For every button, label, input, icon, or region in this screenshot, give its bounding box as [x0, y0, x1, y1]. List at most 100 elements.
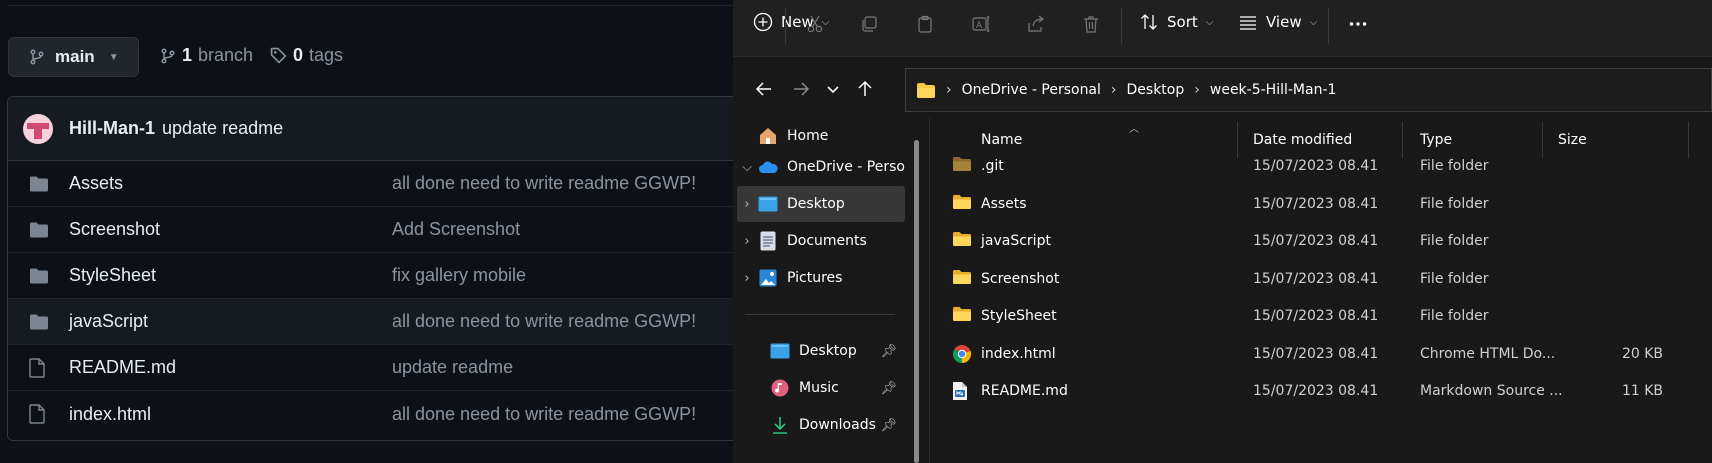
sort-icon: [1141, 14, 1157, 30]
paste-button[interactable]: [913, 12, 937, 36]
branch-count-label: branch: [198, 45, 254, 65]
file-name-link[interactable]: README.md: [69, 357, 392, 378]
rename-icon: A: [972, 16, 990, 32]
list-item[interactable]: index.html 15/07/2023 08.41 Chrome HTML Do…: [940, 334, 1712, 374]
quick-access-desktop[interactable]: Desktop 📌︎: [733, 333, 901, 369]
copy-button[interactable]: [857, 12, 881, 36]
repo-file-list: Hill-Man-1 update readme Assets all done …: [7, 96, 747, 441]
forward-button[interactable]: [788, 76, 814, 102]
commit-message-link[interactable]: fix gallery mobile: [392, 265, 526, 286]
folder-icon: [29, 268, 49, 284]
commit-message-link[interactable]: all done need to write readme GGWP!: [392, 311, 696, 332]
file-name-link[interactable]: index.html: [69, 404, 392, 425]
nav-label: Desktop: [799, 343, 857, 359]
table-row[interactable]: index.html all done need to write readme …: [8, 391, 747, 437]
cloud-icon: [757, 157, 779, 177]
file-name-link[interactable]: Screenshot: [69, 219, 392, 240]
branch-selector-button[interactable]: main ▼: [8, 37, 139, 77]
commit-message-link[interactable]: all done need to write readme GGWP!: [392, 404, 696, 425]
arrow-up-icon: [858, 80, 872, 96]
table-row[interactable]: Assets all done need to write readme GGWP…: [8, 161, 747, 207]
cut-button[interactable]: [803, 12, 827, 36]
git-branch-icon: [161, 47, 175, 64]
desktop-icon: [769, 341, 791, 361]
commit-message[interactable]: update readme: [162, 118, 283, 139]
file-name-link[interactable]: StyleSheet: [69, 265, 392, 286]
commit-author[interactable]: Hill-Man-1: [69, 118, 155, 139]
table-row[interactable]: README.md update readme: [8, 345, 747, 391]
list-item[interactable]: Screenshot 15/07/2023 08.41 File folder: [940, 259, 1712, 299]
navigation-scrollbar[interactable]: [914, 140, 919, 463]
github-repo-pane: main ▼ 1 branch 0 tags Hill-Man-1 update…: [0, 0, 747, 463]
chevron-right-icon[interactable]: ›: [737, 271, 757, 286]
nav-item-desktop[interactable]: › Desktop: [737, 186, 905, 222]
chevron-right-icon: ›: [1110, 82, 1117, 98]
pin-icon: 📌︎: [880, 417, 897, 433]
nav-label: Pictures: [787, 270, 843, 286]
quick-access-music[interactable]: Music 📌︎: [733, 370, 901, 406]
address-bar[interactable]: › OneDrive - Personal › Desktop › week-5…: [905, 68, 1712, 112]
file-date-modified: 15/07/2023 08.41: [1253, 233, 1379, 249]
list-item[interactable]: README.md 15/07/2023 08.41 Markdown Source…: [940, 371, 1712, 411]
share-icon: [1028, 15, 1044, 32]
chevron-down-icon[interactable]: ⌵: [737, 160, 757, 175]
commit-message-link[interactable]: update readme: [392, 357, 513, 378]
nav-label: Home: [787, 128, 829, 144]
back-button[interactable]: [751, 76, 777, 102]
file-type: File folder: [1420, 195, 1489, 212]
breadcrumb-desktop[interactable]: Desktop: [1127, 82, 1185, 98]
chevron-right-icon[interactable]: ›: [737, 197, 757, 212]
list-item[interactable]: .git 15/07/2023 08.41 File folder: [940, 146, 1712, 186]
more-options-button[interactable]: [1346, 12, 1370, 36]
quick-access-downloads[interactable]: Downloads 📌︎: [733, 407, 901, 443]
nav-item-onedrive[interactable]: ⌵ OneDrive - Perso: [737, 149, 905, 185]
sort-ascending-icon: ︿: [1129, 124, 1139, 135]
file-type: File folder: [1420, 158, 1489, 174]
file-date-modified: 15/07/2023 08.41: [1253, 195, 1379, 212]
commit-message-link[interactable]: all done need to write readme GGWP!: [392, 173, 696, 194]
more-icon: [1349, 22, 1367, 26]
share-button[interactable]: [1024, 12, 1048, 36]
up-button[interactable]: [852, 76, 878, 102]
nav-item-documents[interactable]: › Documents: [737, 223, 905, 259]
avatar[interactable]: [23, 113, 53, 144]
view-button[interactable]: View ⌵: [1238, 12, 1317, 32]
nav-label: Documents: [787, 233, 867, 249]
divider: [745, 314, 895, 315]
recent-locations-button[interactable]: [820, 76, 846, 102]
clipboard-icon: [918, 15, 932, 33]
rename-button[interactable]: A: [969, 12, 993, 36]
file-name-link[interactable]: javaScript: [69, 311, 392, 332]
music-icon: [769, 378, 791, 398]
nav-label: OneDrive - Perso: [787, 159, 905, 175]
nav-item-pictures[interactable]: › Pictures: [737, 260, 905, 296]
commit-message-link[interactable]: Add Screenshot: [392, 219, 520, 240]
view-lines-icon: [1240, 16, 1256, 30]
file-size: 11 KB: [1621, 383, 1663, 399]
chevron-down-icon: [827, 86, 839, 94]
markdown-icon: [952, 381, 974, 401]
file-name: StyleSheet: [981, 308, 1057, 324]
file-name-link[interactable]: Assets: [69, 173, 392, 194]
list-item[interactable]: Assets 15/07/2023 08.41 File folder: [940, 184, 1712, 224]
file-name: .git: [981, 158, 1004, 174]
tag-count: 0: [293, 45, 304, 65]
tag-count-label: tags: [309, 45, 344, 65]
delete-button[interactable]: [1079, 12, 1103, 36]
copy-icon: [862, 16, 877, 32]
list-item[interactable]: StyleSheet 15/07/2023 08.41 File folder: [940, 296, 1712, 336]
table-row[interactable]: javaScript all done need to write readme …: [8, 299, 747, 345]
chevron-right-icon[interactable]: ›: [737, 234, 757, 249]
table-row[interactable]: Screenshot Add Screenshot: [8, 207, 747, 253]
table-row[interactable]: StyleSheet fix gallery mobile: [8, 253, 747, 299]
file-type: Chrome HTML Do...: [1420, 345, 1556, 362]
branches-link[interactable]: 1 branch: [160, 45, 253, 66]
list-item[interactable]: javaScript 15/07/2023 08.41 File folder: [940, 221, 1712, 261]
arrow-right-icon: [794, 82, 810, 96]
breadcrumb-onedrive[interactable]: OneDrive - Personal: [962, 82, 1101, 98]
tags-link[interactable]: 0 tags: [270, 45, 343, 66]
breadcrumb-current-folder[interactable]: week-5-Hill-Man-1: [1210, 82, 1337, 98]
file-type: File folder: [1420, 233, 1489, 249]
sort-button[interactable]: Sort ⌵: [1139, 12, 1213, 32]
file-size: 20 KB: [1621, 345, 1663, 362]
